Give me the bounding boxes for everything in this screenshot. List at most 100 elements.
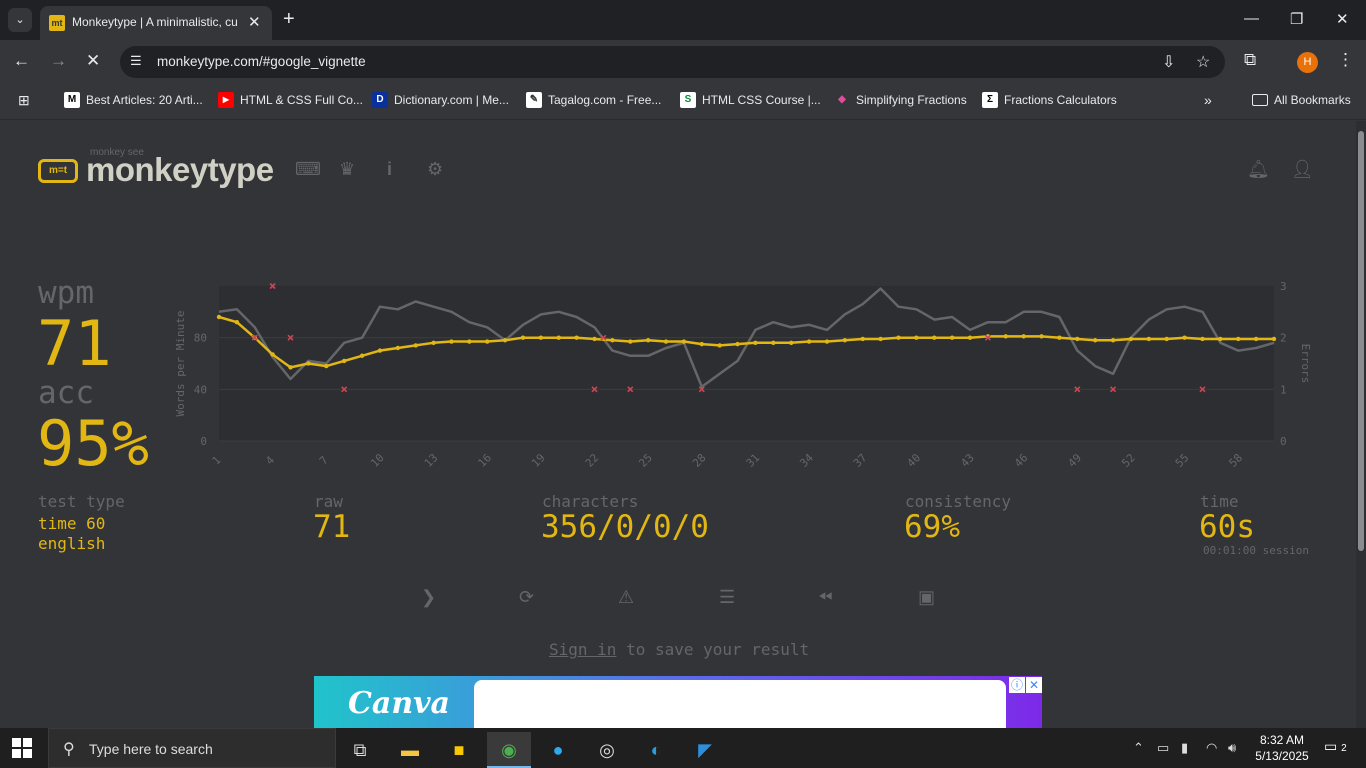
browser-menu-icon[interactable]: ⋮ [1337,50,1354,70]
tray-overflow-icon[interactable]: ⌃ [1133,740,1144,756]
logo-text[interactable]: monkeytype [86,151,274,189]
tagalog-icon: ✎ [526,92,542,108]
wifi-icon[interactable]: ◠ [1206,740,1217,756]
bookmark-item[interactable]: ◆ Simplifying Fractions [834,92,967,110]
back-arrow-icon[interactable]: ← [13,51,30,71]
medium-icon: M [64,92,80,108]
bookmark-item[interactable]: ▶ HTML & CSS Full Co... [218,92,363,110]
chrome-icon[interactable]: ◉ [487,732,531,768]
new-tab-button[interactable]: + [283,9,295,29]
edge-icon[interactable]: ◐ [634,732,678,768]
bookmark-item[interactable]: M Best Articles: 20 Arti... [64,92,203,110]
extensions-icon[interactable]: ⧉ [1244,50,1256,70]
wpm-point [216,314,222,320]
acc-label: acc [38,375,94,411]
taskbar-clock[interactable]: 8:32 AM 5/13/2025 [1250,732,1314,764]
page-content: m=t monkey see monkeytype ⌨ ♛ i ⚙ 🔔︎ 👤︎ … [0,121,1356,728]
wpm-point [449,339,454,344]
y-tick-label: 80 [194,332,207,345]
wpm-point [574,335,579,340]
warning-icon[interactable]: ⚠ [618,587,634,608]
browser-tab[interactable]: mt Monkeytype | A minimalistic, cu ✕ [40,6,272,40]
obs-icon[interactable]: ◎ [585,732,629,768]
site-info-icon[interactable]: ☰ [130,53,142,69]
y2-tick-label: 1 [1280,383,1287,396]
replay-icon[interactable]: ⏪︎ [818,587,832,608]
restart-icon[interactable]: ⟳ [519,587,534,608]
telegram-icon[interactable]: ● [536,732,580,768]
x-tick-label: 31 [744,451,763,470]
scroll-thumb[interactable] [1358,131,1364,551]
wpm-point [324,363,329,369]
signin-link[interactable]: Sign in [549,640,616,659]
clock-date: 5/13/2025 [1255,749,1309,763]
battery-icon[interactable]: ▮ [1181,740,1188,756]
x-tick-label: 25 [636,451,655,470]
wpm-point [270,352,275,357]
file-explorer-icon[interactable]: ▬ [388,732,432,768]
scrollbar[interactable] [1356,121,1366,728]
bookmark-item[interactable]: S HTML CSS Course |... [680,92,821,110]
keyboard-icon[interactable]: ⌨ [295,159,321,180]
ad-banner[interactable]: Canva ⓘ ✕ [314,676,1042,728]
wpm-point [520,335,526,340]
next-test-icon[interactable]: ❯ [421,587,436,608]
wpm-point [1057,335,1062,340]
volume-icon[interactable]: 🔊︎ [1228,740,1236,756]
ad-info-icon[interactable]: ⓘ [1009,677,1025,693]
wpm-point [789,340,794,346]
logo-icon[interactable]: m=t [38,159,78,183]
task-view-icon[interactable]: ⧉ [338,732,382,768]
bookmark-item[interactable]: D Dictionary.com | Me... [372,92,509,110]
window-close-icon[interactable]: ✕ [1336,10,1349,28]
bookmark-item[interactable]: ✎ Tagalog.com - Free... [526,92,661,110]
info-icon[interactable]: i [387,159,392,180]
user-icon[interactable]: 👤︎ [1291,159,1314,180]
url-text[interactable]: monkeytype.com/#google_vignette [157,54,366,69]
meet-now-icon[interactable]: ▭ [1157,740,1169,756]
wpm-point [359,353,365,358]
test-type-mode: time 60 [38,514,106,533]
minimize-icon[interactable]: — [1244,10,1259,27]
profile-avatar[interactable]: H [1297,52,1318,73]
windows-start-icon[interactable] [12,738,32,758]
close-tab-icon[interactable]: ✕ [248,13,261,31]
restore-icon[interactable]: ❐ [1290,10,1303,28]
word-history-icon[interactable]: ☰ [719,587,735,608]
bell-icon[interactable]: 🔔︎ [1247,159,1270,180]
wpm-point [1182,335,1187,340]
wpm-point [431,340,436,346]
wpm-point [341,358,347,364]
wpm-point [1164,336,1169,342]
stop-loading-icon[interactable]: ✕ [86,51,100,71]
tab-search-button[interactable]: ⌄ [8,8,32,32]
vscode-icon[interactable]: ◤ [683,732,727,768]
x-tick-label: 34 [797,451,816,470]
x-tick-label: 16 [475,451,494,470]
taskbar-search[interactable]: ⚲ Type here to search [48,728,336,768]
sticky-notes-icon[interactable]: ■ [437,732,481,768]
x-tick-label: 1 [210,454,224,468]
notifications-icon[interactable]: ▭ 2 [1324,738,1347,755]
bookmark-item[interactable]: Σ Fractions Calculators [982,92,1117,110]
wpm-point [538,335,544,340]
apps-grid-icon[interactable]: ⊞ [18,92,30,110]
wpm-point [878,336,883,342]
consistency-value: 69% [904,509,960,545]
crown-icon[interactable]: ♛ [339,159,355,180]
address-bar[interactable]: ☰ monkeytype.com/#google_vignette ⇩ ☆ [120,46,1225,78]
forward-arrow-icon[interactable]: → [50,51,67,71]
ad-close-icon[interactable]: ✕ [1026,677,1042,693]
bookmark-star-icon[interactable]: ☆ [1196,52,1210,72]
install-app-icon[interactable]: ⇩ [1162,52,1175,72]
tab-title: Monkeytype | A minimalistic, cu [72,15,238,29]
search-icon: ⚲ [63,741,75,758]
screenshot-icon[interactable]: ▣ [918,587,935,608]
test-type-label: test type [38,492,125,511]
x-tick-label: 52 [1119,451,1138,470]
more-bookmarks-icon[interactable]: » [1204,92,1212,110]
x-tick-label: 4 [263,453,277,467]
wpm-point [1003,334,1008,339]
gear-icon[interactable]: ⚙ [427,159,443,180]
all-bookmarks[interactable]: All Bookmarks [1252,92,1351,110]
